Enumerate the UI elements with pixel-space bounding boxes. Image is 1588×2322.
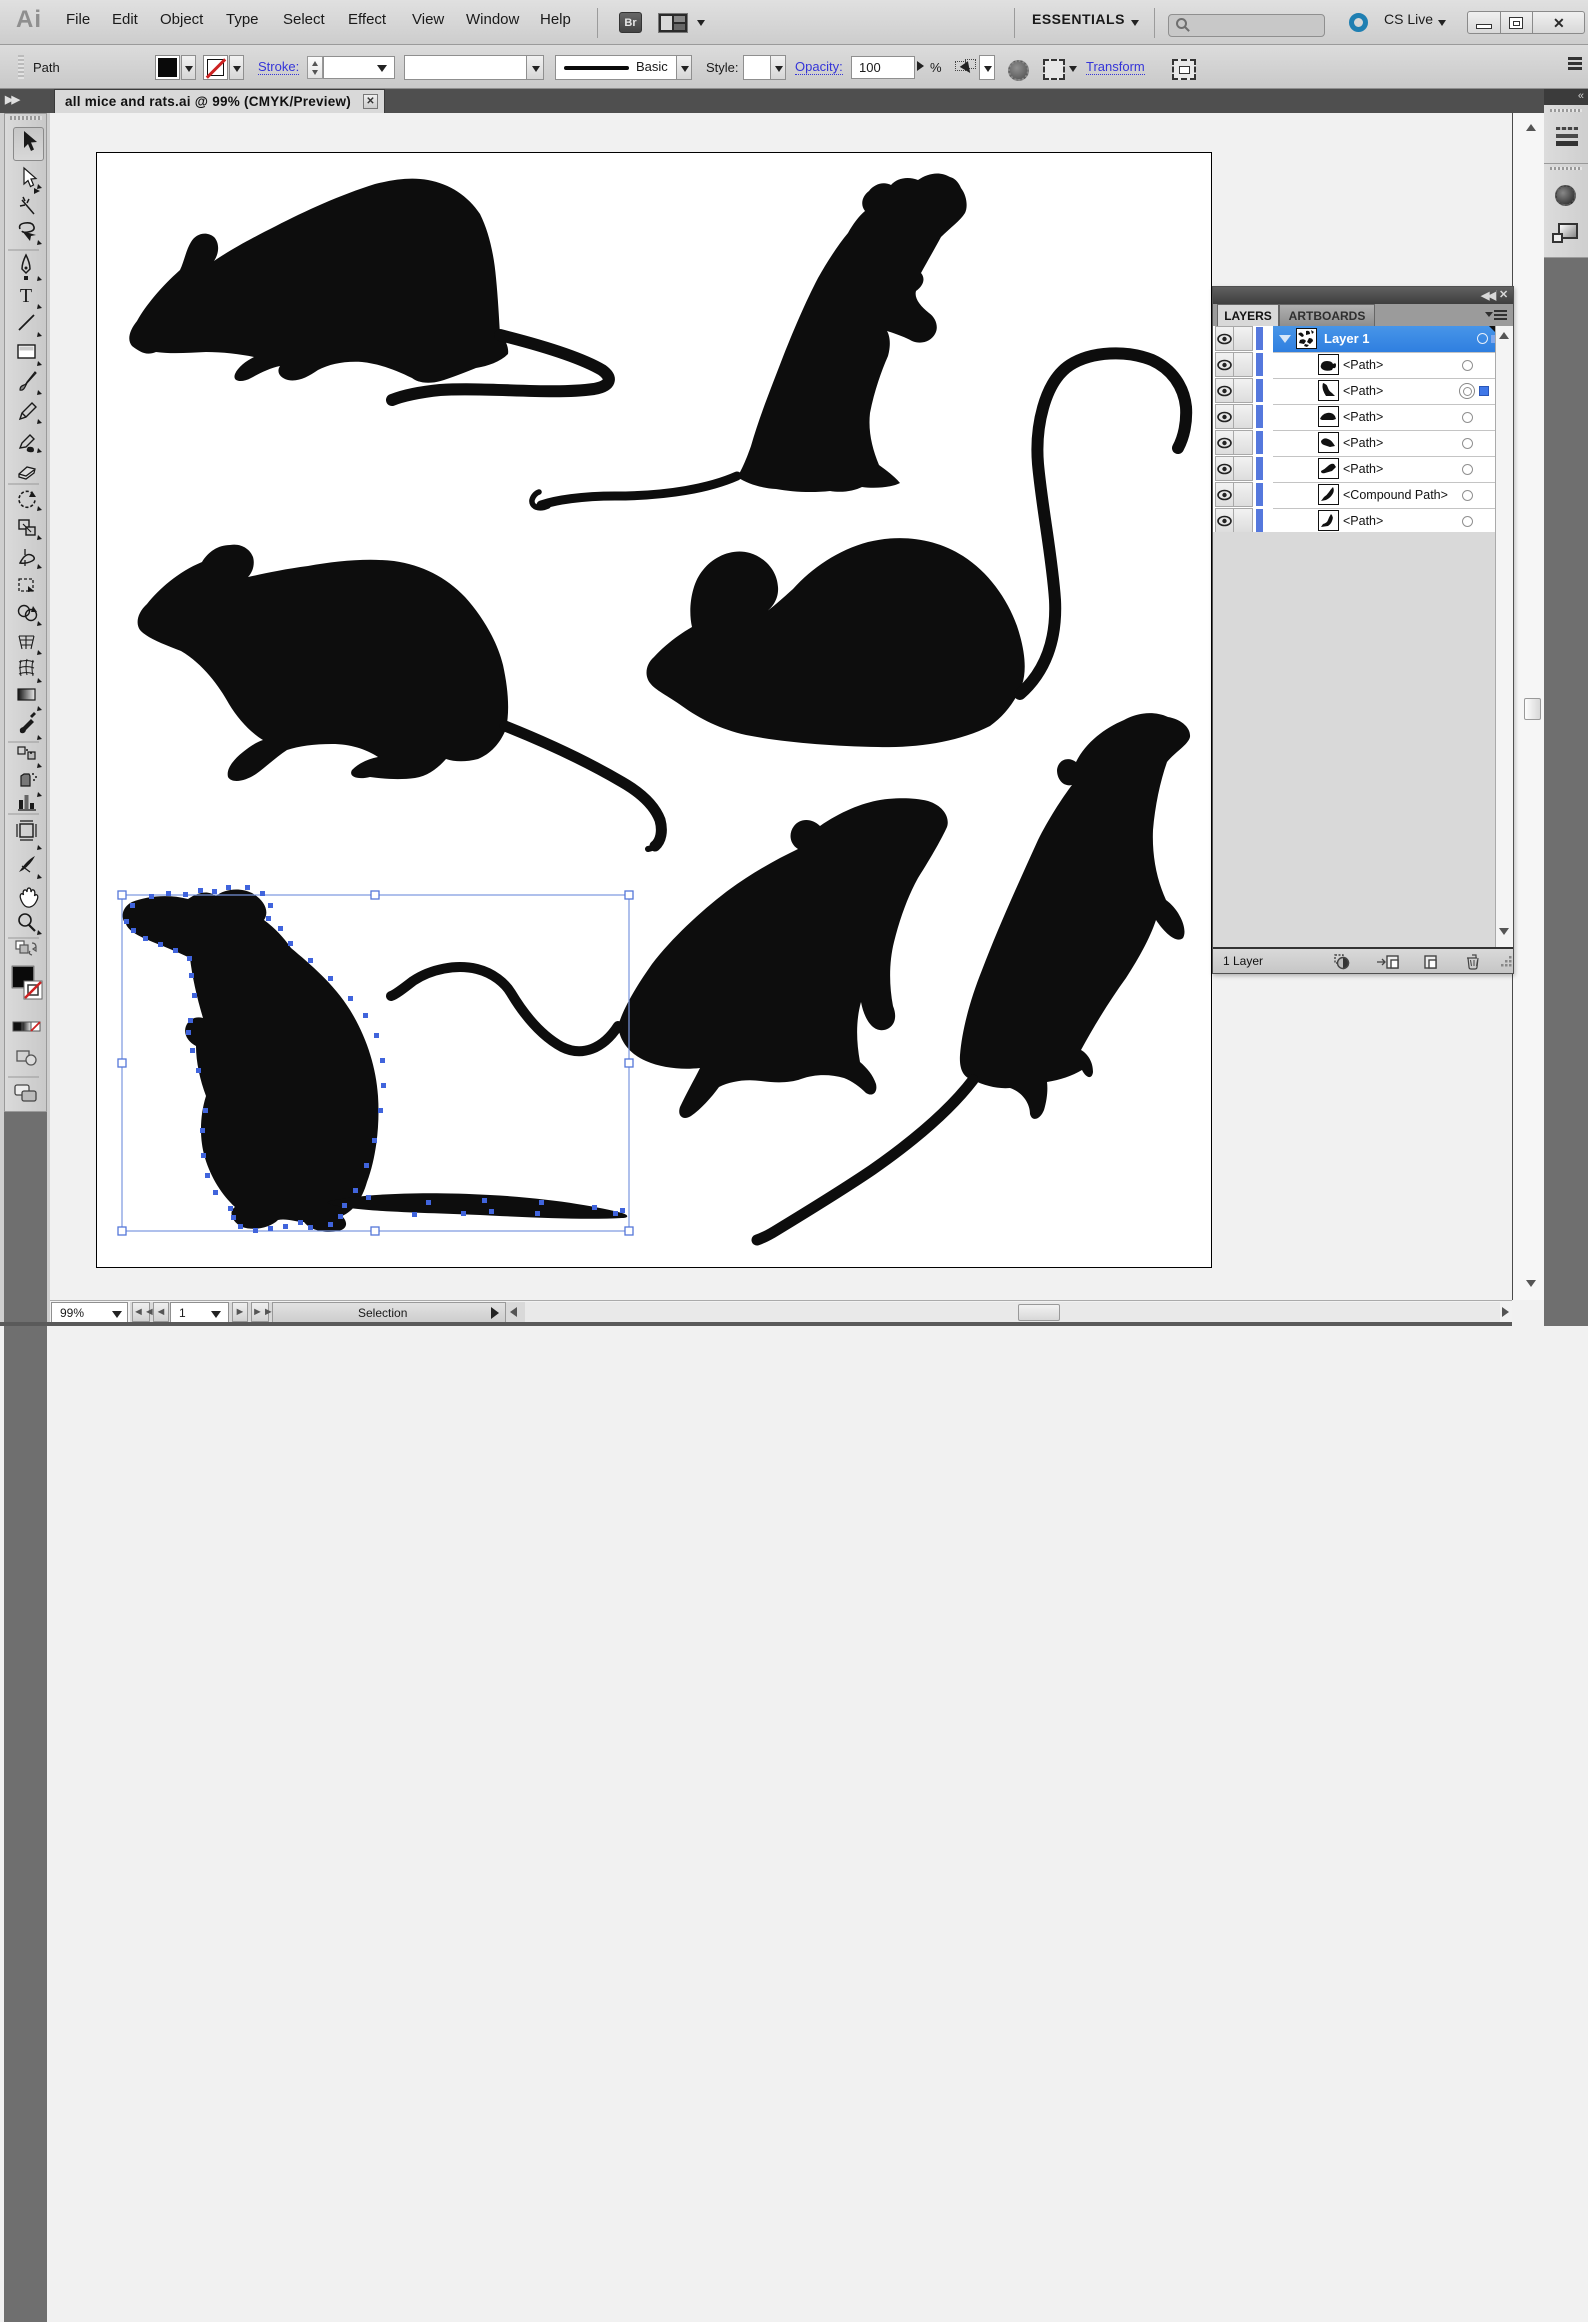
svg-text:T: T xyxy=(20,285,32,307)
